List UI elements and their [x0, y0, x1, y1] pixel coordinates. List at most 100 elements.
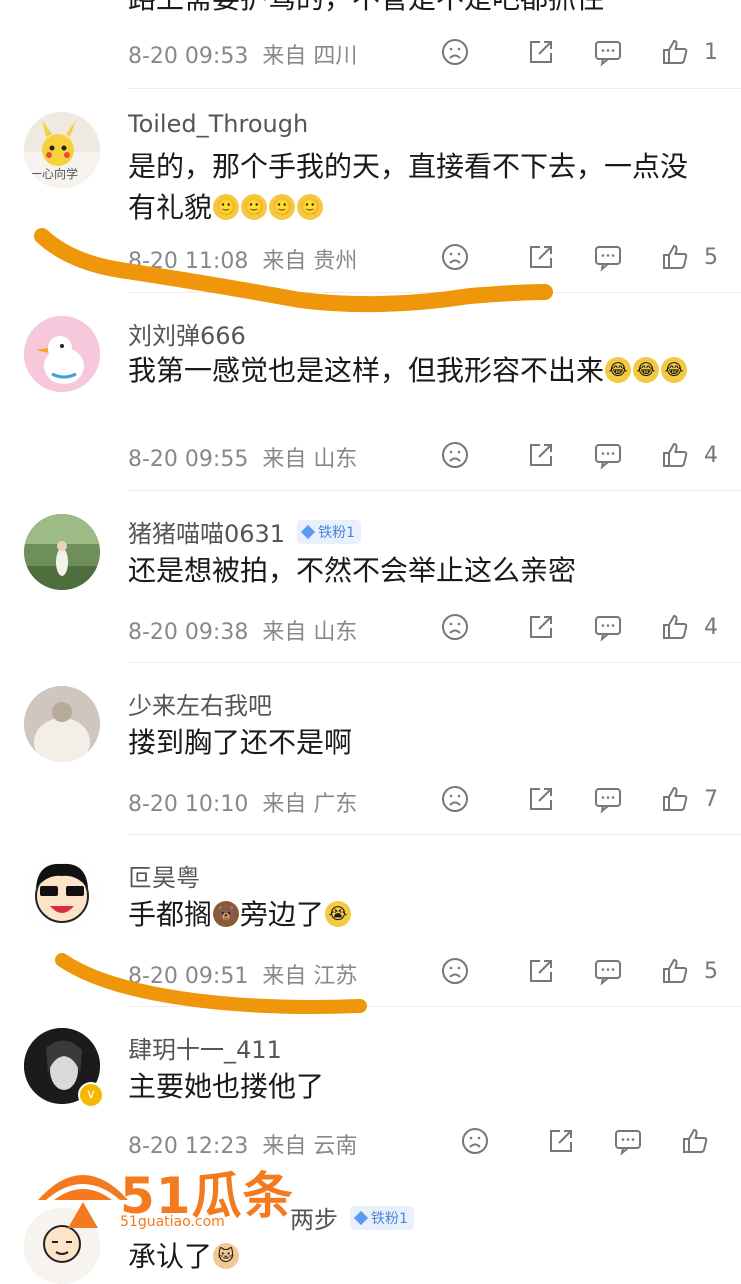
share-button[interactable] — [526, 781, 556, 817]
username[interactable]: 少来左右我吧 — [128, 686, 272, 721]
like-count: 5 — [704, 244, 718, 270]
comment-location: 来自 广东 — [262, 792, 358, 817]
dislike-face-icon — [442, 244, 468, 270]
divider — [128, 834, 741, 835]
comment-text: 路上需要护驾的，不管是不是吧都抓住 — [128, 0, 708, 19]
fan-badge-label: 铁粉1 — [318, 525, 355, 541]
comment-actions: 4 — [440, 609, 740, 645]
share-button[interactable] — [526, 953, 556, 989]
avatar[interactable] — [24, 316, 100, 392]
share-icon — [530, 444, 552, 466]
dislike-face-icon — [442, 442, 468, 468]
comment-button[interactable] — [613, 1123, 643, 1159]
emoji-cry-icon: 😭 — [325, 901, 352, 927]
comment-button[interactable] — [593, 609, 623, 645]
fan-badge-label: 铁粉1 — [371, 1211, 408, 1227]
comment-time: 8-20 11:08 — [128, 249, 249, 274]
comment-icon — [595, 246, 621, 272]
comment-text: 我第一感觉也是这样，但我形容不出来 😂 😂 😂 — [128, 350, 708, 391]
comment-text: 还是想被拍，不然不会举止这么亲密 — [128, 554, 577, 587]
like-thumb-icon — [663, 244, 688, 269]
comment-meta: 8-20 11:08 来自 贵州 — [128, 243, 357, 275]
comment-body-2: 旁边了 — [240, 898, 325, 931]
like-button[interactable] — [680, 1123, 724, 1159]
share-icon — [530, 788, 552, 810]
like-button[interactable]: 4 — [660, 437, 718, 473]
comment-time: 8-20 09:38 — [128, 620, 249, 645]
comment-button[interactable] — [593, 34, 623, 70]
share-icon — [530, 246, 552, 268]
username[interactable]: 两步 铁粉1 — [290, 1200, 414, 1235]
username[interactable]: 肆玥十一_411 — [128, 1030, 282, 1065]
comment-actions: 7 — [440, 781, 740, 817]
comment-location: 来自 山东 — [262, 447, 358, 472]
comment-button[interactable] — [593, 437, 623, 473]
comment-icon — [595, 788, 621, 814]
username[interactable]: 刘刘弹666 — [128, 316, 246, 351]
dislike-button[interactable] — [460, 1123, 490, 1159]
divider — [128, 490, 741, 491]
comment-meta: 8-20 09:38 来自 山东 — [128, 614, 357, 646]
comment-button[interactable] — [593, 239, 623, 275]
comment-time: 8-20 10:10 — [128, 792, 249, 817]
comment-time: 8-20 09:55 — [128, 447, 249, 472]
like-button[interactable]: 4 — [660, 609, 718, 645]
dislike-face-icon — [442, 958, 468, 984]
avatar-caption: 一心向学 — [30, 167, 79, 181]
comment-location: 来自 四川 — [262, 44, 358, 69]
dislike-face-icon — [442, 786, 468, 812]
avatar[interactable] — [24, 856, 100, 932]
comment-text: 搂到胸了还不是啊 — [128, 726, 353, 759]
comment-icon — [595, 960, 621, 986]
like-button[interactable]: 5 — [660, 239, 718, 275]
like-button[interactable]: 5 — [660, 953, 718, 989]
share-button[interactable] — [526, 34, 556, 70]
username[interactable]: Toiled_Through — [128, 110, 308, 138]
comment-icon — [595, 41, 621, 67]
share-button[interactable] — [526, 239, 556, 275]
username[interactable]: 猪猪喵喵0631 铁粉1 — [128, 514, 361, 549]
comment-location: 来自 山东 — [262, 620, 358, 645]
like-count: 4 — [704, 614, 718, 640]
comment-button[interactable] — [593, 953, 623, 989]
emoji-bear-icon: 🐻 — [213, 901, 240, 927]
share-button[interactable] — [546, 1123, 576, 1159]
avatar[interactable] — [24, 514, 100, 590]
watermark-url: 51guatiao.com — [120, 1214, 225, 1230]
emoji-smile-icon: 🙂 — [297, 194, 324, 220]
like-thumb-icon — [663, 786, 688, 811]
comment-icon — [595, 444, 621, 470]
username-text: 两步 — [290, 1206, 338, 1234]
emoji-smile-icon: 🙂 — [213, 194, 240, 220]
username[interactable]: 叵昊粤 — [128, 858, 200, 893]
comment-location: 来自 贵州 — [262, 249, 358, 274]
emoji-laugh-cry-icon: 😂 — [661, 357, 688, 383]
fan-badge: 铁粉1 — [350, 1206, 414, 1230]
dislike-button[interactable] — [440, 781, 470, 817]
dislike-button[interactable] — [440, 953, 470, 989]
like-button[interactable]: 1 — [660, 34, 718, 70]
divider — [128, 662, 741, 663]
emoji-laugh-cry-icon: 😂 — [633, 357, 660, 383]
avatar[interactable]: v — [24, 1028, 104, 1108]
like-thumb-icon — [663, 39, 688, 64]
verified-icon: v — [78, 1082, 104, 1108]
diamond-icon — [353, 1210, 369, 1226]
dislike-button[interactable] — [440, 609, 470, 645]
like-button[interactable]: 7 — [660, 781, 718, 817]
dislike-face-icon — [462, 1128, 488, 1154]
comment-text: 手都搁 🐻 旁边了 😭 — [128, 894, 708, 935]
dislike-button[interactable] — [440, 34, 470, 70]
avatar[interactable] — [24, 686, 100, 762]
comment-button[interactable] — [593, 781, 623, 817]
dislike-button[interactable] — [440, 239, 470, 275]
avatar[interactable]: 一心向学 — [24, 112, 100, 188]
like-thumb-icon — [683, 1128, 708, 1153]
share-button[interactable] — [526, 609, 556, 645]
emoji-smile-icon: 🙂 — [241, 194, 268, 220]
diamond-icon — [301, 524, 316, 540]
dislike-face-icon — [442, 614, 468, 640]
emoji-smile-icon: 🙂 — [269, 194, 296, 220]
dislike-button[interactable] — [440, 437, 470, 473]
share-button[interactable] — [526, 437, 556, 473]
